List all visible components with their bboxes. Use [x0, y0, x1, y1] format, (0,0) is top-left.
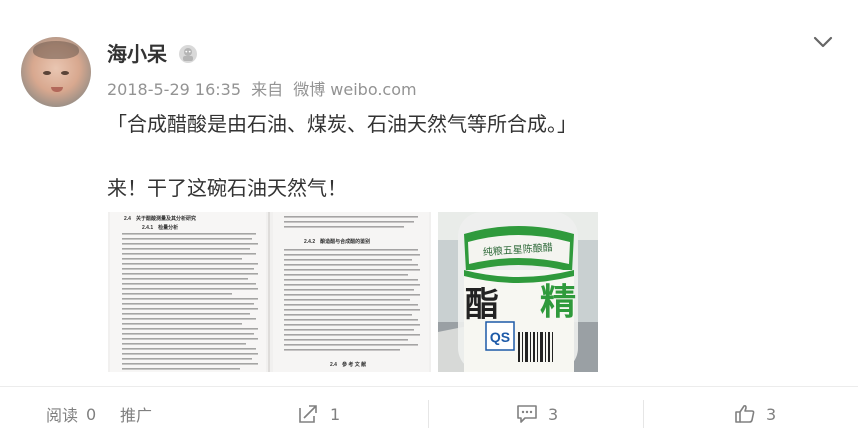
avatar-eye-left [43, 71, 51, 75]
read-count: 0 [86, 404, 97, 424]
action-separator [428, 400, 429, 428]
read-count-stat: 阅读 0 [46, 396, 96, 432]
post-image-bottle[interactable]: 纯粮五星陈酿醋 酯 精 QS [438, 212, 598, 372]
action-separator [643, 400, 644, 428]
promote-button[interactable]: 推广 [120, 396, 152, 432]
action-bar: 阅读 0 推广 1 3 3 [0, 396, 858, 432]
bottle-char-left: 酯 [465, 285, 499, 325]
member-badge-icon[interactable] [178, 44, 198, 64]
vinegar-bottle-photo: 纯粮五星陈酿醋 酯 精 QS [438, 212, 598, 372]
read-label: 阅读 [46, 406, 79, 425]
like-count: 3 [766, 404, 777, 424]
comment-icon [517, 405, 537, 423]
weibo-post-card: 海小呆 2018-5-29 16:35 来自 微博 weibo.com 「合成醋… [0, 0, 858, 448]
avatar[interactable] [21, 37, 91, 107]
document-left-title: 2.4 关于醋酸测量及其分析研究 [124, 215, 196, 222]
document-right-footer: 2.4 参 考 文 献 [330, 361, 366, 368]
avatar-hair [33, 41, 79, 59]
document-left-subtitle: 2.4.1 检量分析 [142, 224, 178, 231]
post-date[interactable]: 2018-5-29 16:35 [107, 80, 241, 99]
post-text-line-2: 来！干了这碗石油天然气！ [107, 176, 347, 200]
action-bar-divider [0, 386, 858, 387]
avatar-eye-right [61, 71, 69, 75]
document-right-subtitle: 2.4.2 酿造醋与合成醋的鉴别 [304, 238, 370, 245]
promote-label: 推广 [120, 406, 153, 425]
comment-count: 3 [548, 404, 559, 424]
share-count: 1 [330, 404, 341, 424]
post-text-line-1: 「合成醋酸是由石油、煤炭、石油天然气等所合成。」 [107, 112, 577, 136]
bottle-char-right: 精 [540, 281, 576, 323]
comment-button[interactable]: 3 [516, 396, 558, 432]
from-label: 来自 [251, 80, 284, 99]
thumbs-up-icon [735, 404, 755, 423]
document-scan: 2.4 关于醋酸测量及其分析研究 2.4.1 检量分析 2.4.2 酿造醋与合成… [108, 212, 431, 372]
username[interactable]: 海小呆 [107, 40, 167, 68]
like-button[interactable]: 3 [734, 396, 776, 432]
chevron-down-icon[interactable] [812, 34, 834, 50]
avatar-mouth [51, 87, 63, 92]
post-meta: 2018-5-29 16:35 来自 微博 weibo.com [107, 79, 422, 101]
svg-text:QS: QS [490, 329, 510, 345]
share-icon [299, 405, 317, 423]
post-image-document[interactable]: 2.4 关于醋酸测量及其分析研究 2.4.1 检量分析 2.4.2 酿造醋与合成… [108, 212, 431, 372]
post-source[interactable]: 微博 weibo.com [293, 80, 416, 99]
share-button[interactable]: 1 [298, 396, 340, 432]
